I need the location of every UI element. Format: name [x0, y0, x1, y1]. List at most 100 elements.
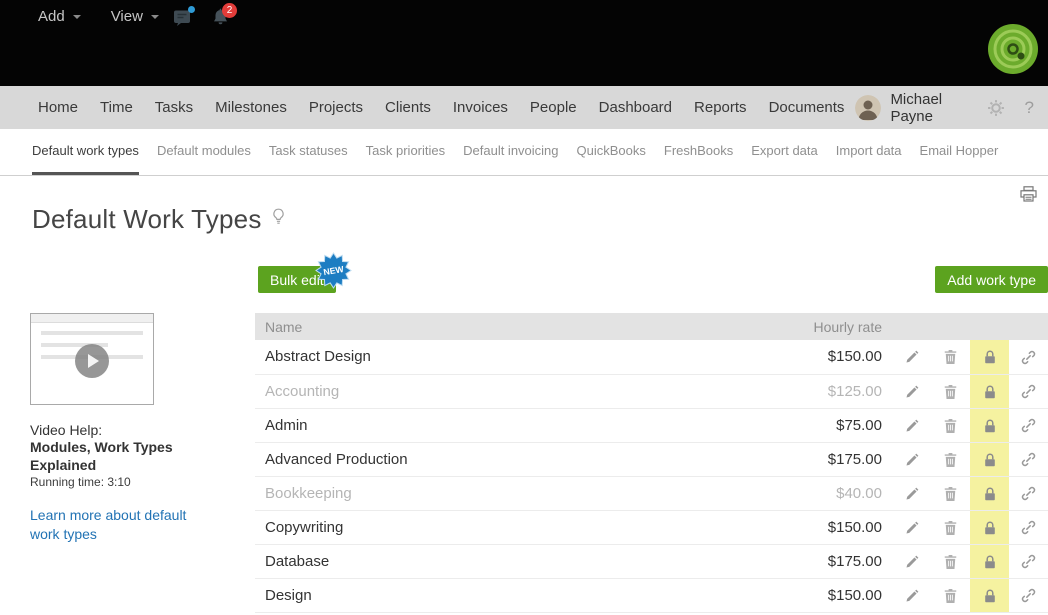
lock-icon[interactable] — [984, 487, 996, 501]
edit-pencil-icon[interactable] — [905, 350, 919, 364]
delete-cell — [931, 544, 970, 578]
add-menu-label: Add — [38, 8, 65, 25]
add-menu[interactable]: Add — [38, 8, 81, 25]
column-header-blank — [892, 313, 931, 340]
nav-item-people[interactable]: People — [519, 99, 588, 116]
lock-icon[interactable] — [984, 419, 996, 433]
page-header: Default Work Types — [32, 204, 285, 235]
work-types-section: Bulk edit NEW Add work type Name Hourly … — [255, 266, 1048, 613]
view-menu-label: View — [111, 8, 143, 25]
lock-icon[interactable] — [984, 350, 996, 364]
print-icon[interactable] — [1020, 186, 1037, 207]
nav-item-home[interactable]: Home — [38, 99, 89, 116]
nav-item-tasks[interactable]: Tasks — [144, 99, 204, 116]
tab-export-data[interactable]: Export data — [751, 129, 818, 175]
hourly-rate: $125.00 — [771, 374, 892, 408]
view-menu[interactable]: View — [111, 8, 159, 25]
table-row: Abstract Design $150.00 — [255, 340, 1048, 374]
add-work-type-button[interactable]: Add work type — [935, 266, 1048, 293]
link-chain-icon[interactable] — [1021, 588, 1036, 603]
lock-cell — [970, 374, 1009, 408]
lock-cell — [970, 476, 1009, 510]
lock-icon[interactable] — [984, 385, 996, 399]
tab-freshbooks[interactable]: FreshBooks — [664, 129, 733, 175]
trash-icon[interactable] — [944, 589, 957, 603]
link-chain-icon[interactable] — [1021, 384, 1036, 399]
work-type-name: Bookkeeping — [255, 476, 771, 510]
lock-cell — [970, 578, 1009, 612]
table-row: Admin $75.00 — [255, 408, 1048, 442]
tab-email-hopper[interactable]: Email Hopper — [920, 129, 999, 175]
lock-cell — [970, 408, 1009, 442]
hourly-rate: $75.00 — [771, 408, 892, 442]
trash-icon[interactable] — [944, 453, 957, 467]
bulk-edit-wrap: Bulk edit NEW — [258, 266, 336, 293]
nav-item-dashboard[interactable]: Dashboard — [588, 99, 683, 116]
lock-icon[interactable] — [984, 453, 996, 467]
link-cell — [1009, 374, 1048, 408]
column-header-name[interactable]: Name — [255, 313, 771, 340]
nav-item-documents[interactable]: Documents — [758, 99, 856, 116]
play-button-icon[interactable] — [75, 344, 109, 378]
learn-more-link[interactable]: Learn more about default work types — [30, 506, 205, 544]
settings-tabs: Default work types Default modules Task st… — [0, 129, 1048, 176]
work-type-name: Design — [255, 578, 771, 612]
edit-pencil-icon[interactable] — [905, 589, 919, 603]
user-name[interactable]: Michael Payne — [890, 91, 964, 125]
tab-default-invoicing[interactable]: Default invoicing — [463, 129, 558, 175]
trash-icon[interactable] — [944, 419, 957, 433]
video-thumbnail[interactable] — [30, 313, 154, 405]
lock-icon[interactable] — [984, 521, 996, 535]
nav-item-milestones[interactable]: Milestones — [204, 99, 298, 116]
play-triangle — [88, 354, 99, 368]
bulk-edit-button[interactable]: Bulk edit — [258, 266, 336, 293]
delete-cell — [931, 510, 970, 544]
table-header-row: Name Hourly rate — [255, 313, 1048, 340]
lock-icon[interactable] — [984, 555, 996, 569]
trash-icon[interactable] — [944, 385, 957, 399]
nav-item-reports[interactable]: Reports — [683, 99, 758, 116]
edit-pencil-icon[interactable] — [905, 453, 919, 467]
video-running-time: Running time: 3:10 — [30, 475, 235, 489]
tab-quickbooks[interactable]: QuickBooks — [577, 129, 646, 175]
edit-pencil-icon[interactable] — [905, 521, 919, 535]
user-avatar[interactable] — [855, 95, 881, 121]
link-chain-icon[interactable] — [1021, 486, 1036, 501]
edit-cell — [892, 442, 931, 476]
tab-import-data[interactable]: Import data — [836, 129, 902, 175]
link-chain-icon[interactable] — [1021, 350, 1036, 365]
tab-task-priorities[interactable]: Task priorities — [366, 129, 445, 175]
nav-item-projects[interactable]: Projects — [298, 99, 374, 116]
delete-cell — [931, 408, 970, 442]
lock-icon[interactable] — [984, 589, 996, 603]
tab-task-statuses[interactable]: Task statuses — [269, 129, 348, 175]
tab-default-modules[interactable]: Default modules — [157, 129, 251, 175]
edit-pencil-icon[interactable] — [905, 419, 919, 433]
trash-icon[interactable] — [944, 555, 957, 569]
link-chain-icon[interactable] — [1021, 452, 1036, 467]
trash-icon[interactable] — [944, 350, 957, 364]
nav-item-clients[interactable]: Clients — [374, 99, 442, 116]
edit-pencil-icon[interactable] — [905, 385, 919, 399]
lightbulb-icon[interactable] — [272, 208, 285, 231]
trash-icon[interactable] — [944, 487, 957, 501]
top-menus: Add View — [38, 8, 159, 25]
settings-gear-icon[interactable] — [987, 99, 1005, 117]
caret-down-icon — [151, 15, 159, 19]
edit-pencil-icon[interactable] — [905, 487, 919, 501]
work-type-name: Copywriting — [255, 510, 771, 544]
column-header-hourly-rate[interactable]: Hourly rate — [771, 313, 892, 340]
notifications-bell-icon[interactable]: 2 — [211, 8, 230, 33]
edit-pencil-icon[interactable] — [905, 555, 919, 569]
link-chain-icon[interactable] — [1021, 418, 1036, 433]
trash-icon[interactable] — [944, 521, 957, 535]
nav-item-invoices[interactable]: Invoices — [442, 99, 519, 116]
tab-default-work-types[interactable]: Default work types — [32, 129, 139, 175]
main-nav: HomeTimeTasksMilestonesProjectsClientsIn… — [38, 99, 855, 116]
help-icon[interactable]: ? — [1025, 98, 1034, 118]
link-cell — [1009, 510, 1048, 544]
link-chain-icon[interactable] — [1021, 520, 1036, 535]
nav-item-time[interactable]: Time — [89, 99, 144, 116]
messages-icon[interactable] — [172, 8, 192, 32]
link-chain-icon[interactable] — [1021, 554, 1036, 569]
